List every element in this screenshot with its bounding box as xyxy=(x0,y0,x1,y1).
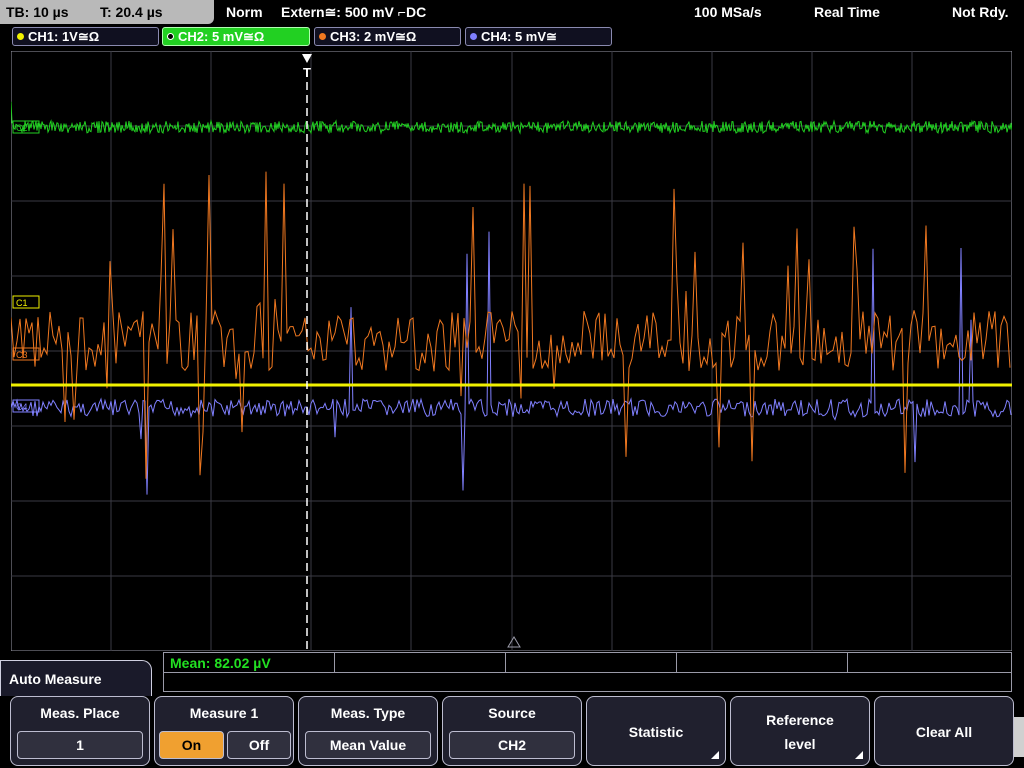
readout-divider xyxy=(164,672,1011,673)
measure1-title: Measure 1 xyxy=(189,705,259,721)
meas-type-title: Meas. Type xyxy=(330,705,406,721)
readout-cell-4 xyxy=(677,653,848,672)
meas-type-value[interactable]: Mean Value xyxy=(305,731,431,759)
trigger-mode[interactable]: Norm xyxy=(226,4,263,20)
source-softkey[interactable]: Source CH2 xyxy=(442,696,582,766)
statistic-softkey[interactable]: Statistic xyxy=(586,696,726,766)
ch4-label: CH4: 5 mV≅ xyxy=(481,29,557,44)
reference-line2: level xyxy=(784,736,816,752)
auto-measure-title: Auto Measure xyxy=(9,671,102,687)
ch1-label: CH1: 1V≅Ω xyxy=(28,29,100,44)
measure1-off-button[interactable]: Off xyxy=(227,731,291,759)
timebase-box[interactable]: TB: 10 µs T: 20.4 µs xyxy=(0,0,214,24)
clear-all-softkey[interactable]: Clear All xyxy=(874,696,1014,766)
trigger-source[interactable]: Extern≅: 500 mV ⌐DC xyxy=(281,4,426,21)
trigger-time-label: T: 20.4 µs xyxy=(100,4,163,20)
meas-place-value[interactable]: 1 xyxy=(17,731,143,759)
statistic-title: Statistic xyxy=(628,724,684,740)
channel-chip-ch4[interactable]: CH4: 5 mV≅ xyxy=(465,27,612,46)
reference-line1: Reference xyxy=(766,712,834,728)
reference-level-softkey[interactable]: Reference level xyxy=(730,696,870,766)
measurement-readout: Mean: 82.02 µV xyxy=(163,652,1012,692)
submenu-arrow-icon xyxy=(711,751,719,759)
ch3-label: CH3: 2 mV≅Ω xyxy=(330,29,417,44)
readout-cell-2 xyxy=(335,653,506,672)
measure1-softkey[interactable]: Measure 1 On Off xyxy=(154,696,294,766)
ch4-marker-text: C4 xyxy=(16,402,28,412)
status-bar: TB: 10 µs T: 20.4 µs Norm Extern≅: 500 m… xyxy=(0,0,1024,25)
timebase-label: TB: 10 µs xyxy=(6,4,69,20)
source-title: Source xyxy=(488,705,536,721)
acquisition-mode: Real Time xyxy=(814,4,880,20)
meas-place-title: Meas. Place xyxy=(40,705,120,721)
menu-edge-tab[interactable] xyxy=(1014,717,1024,757)
meas-type-softkey[interactable]: Meas. Type Mean Value xyxy=(298,696,438,766)
ch2-dot-icon xyxy=(167,33,174,40)
mean-value-readout: Mean: 82.02 µV xyxy=(170,655,271,671)
waveform-display[interactable]: T C2 C1 C3 C4 xyxy=(11,51,1012,651)
softkey-bar: Meas. Place 1 Measure 1 On Off Meas. Typ… xyxy=(0,696,1024,768)
ch4-dot-icon xyxy=(470,33,477,40)
source-value[interactable]: CH2 xyxy=(449,731,575,759)
meas-place-softkey[interactable]: Meas. Place 1 xyxy=(10,696,150,766)
channel-chip-ch1[interactable]: CH1: 1V≅Ω xyxy=(12,27,159,46)
trigger-t-marker: T xyxy=(303,65,311,80)
trigger-state: Not Rdy. xyxy=(952,4,1009,20)
ch2-marker-text: C2 xyxy=(16,123,28,133)
readout-cell-3 xyxy=(506,653,677,672)
ch3-dot-icon xyxy=(319,33,326,40)
channel-chip-ch3[interactable]: CH3: 2 mV≅Ω xyxy=(314,27,461,46)
auto-measure-tab[interactable]: Auto Measure xyxy=(0,660,152,696)
clear-all-title: Clear All xyxy=(915,724,973,740)
ch1-marker-text: C1 xyxy=(16,298,28,308)
measure1-on-button[interactable]: On xyxy=(159,731,224,759)
ch1-dot-icon xyxy=(17,33,24,40)
ch3-marker-text: C3 xyxy=(16,350,28,360)
channel-chip-ch2[interactable]: CH2: 5 mV≅Ω xyxy=(162,27,310,46)
sample-rate: 100 MSa/s xyxy=(694,4,762,20)
submenu-arrow-icon xyxy=(855,751,863,759)
ch2-label: CH2: 5 mV≅Ω xyxy=(178,29,265,44)
channel-bar: CH1: 1V≅Ω CH2: 5 mV≅Ω CH3: 2 mV≅Ω CH4: 5… xyxy=(0,25,1024,49)
